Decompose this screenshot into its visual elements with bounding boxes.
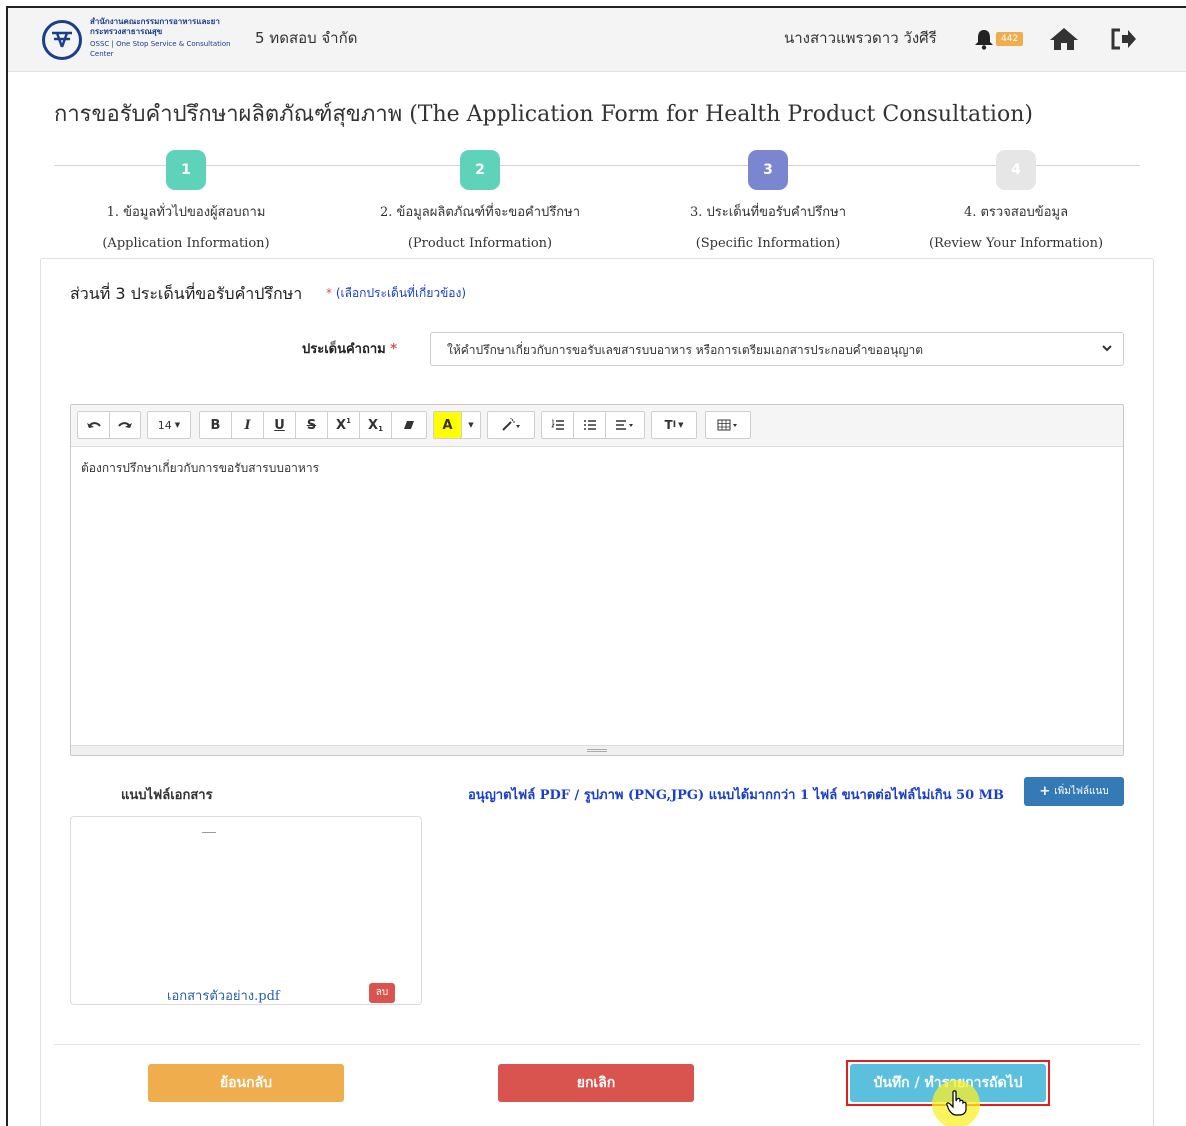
add-file-label: เพิ่มไฟล์แนบ — [1054, 786, 1109, 797]
home-icon[interactable] — [1048, 26, 1080, 56]
underline-icon[interactable]: U — [264, 412, 296, 438]
step-4-sub: (Review Your Information) — [928, 236, 1104, 251]
step-4[interactable]: 4 4. ตรวจสอบข้อมูล (Review Your Informat… — [886, 150, 1146, 251]
section-required-mark: * — [326, 286, 332, 300]
section-hint: * (เลือกประเด็นที่เกี่ยวข้อง) — [326, 284, 466, 303]
color-group: A ▼ — [433, 411, 481, 439]
line-height-dropdown[interactable]: T I ▼ — [651, 411, 697, 439]
format-group: B I U S X1 X1 — [199, 411, 427, 439]
fda-logo-icon[interactable] — [42, 20, 82, 60]
attachment-note: อนุญาตไฟล์ PDF / รูปภาพ (PNG,JPG) แนบได้… — [468, 788, 1005, 803]
user-name[interactable]: นางสาวแพรวดาว วังศีรี — [784, 26, 937, 50]
eraser-icon[interactable] — [392, 412, 426, 438]
logo-line-3: OSSC | One Stop Service & Consultation C… — [90, 40, 231, 58]
question-label-text: ประเด็นคำถาม — [302, 342, 386, 357]
font-size-dropdown[interactable]: 14 ▼ — [147, 411, 191, 439]
add-file-button[interactable]: + เพิ่มไฟล์แนบ — [1024, 777, 1124, 806]
plus-icon: + — [1039, 784, 1051, 799]
delete-file-button[interactable]: ลบ — [369, 983, 395, 1003]
magic-wand-icon — [488, 412, 534, 438]
logout-icon[interactable] — [1110, 27, 1138, 55]
logo-line-2: กระทรวงสาธารณสุข — [90, 27, 163, 36]
step-2-sub: (Product Information) — [407, 236, 553, 251]
superscript-icon[interactable]: X1 — [328, 412, 360, 438]
font-size-label: 14 — [157, 418, 172, 432]
question-label: ประเด็นคำถาม * — [302, 338, 397, 359]
table-dropdown[interactable] — [705, 411, 751, 439]
section-hint-text: (เลือกประเด็นที่เกี่ยวข้อง) — [335, 286, 467, 300]
grip-icon — [587, 749, 607, 752]
company-name: 5 ทดสอบ จำกัด — [255, 29, 358, 47]
step-3-sub: (Specific Information) — [695, 236, 841, 251]
paragraph-group — [541, 411, 645, 439]
notification-badge[interactable]: 442 — [996, 32, 1024, 46]
align-icon[interactable] — [606, 412, 644, 438]
bell-icon[interactable] — [974, 28, 994, 50]
step-4-circle: 4 — [996, 150, 1036, 190]
ordered-list-icon[interactable] — [542, 412, 574, 438]
attachment-label: แนบไฟล์เอกสาร — [121, 788, 213, 803]
section-title: ส่วนที่ 3 ประเด็นที่ขอรับคำปรึกษา — [70, 284, 303, 303]
step-1[interactable]: 1 1. ข้อมูลทั่วไปของผู้สอบถาม (Applicati… — [56, 150, 316, 251]
caret-down-icon: ▼ — [174, 421, 181, 429]
step-2-label: 2. ข้อมูลผลิตภัณฑ์ที่จะขอคำปรึกษา — [379, 205, 581, 220]
strikethrough-icon[interactable]: S — [296, 412, 328, 438]
step-3-label: 3. ประเด็นที่ขอรับคำปรึกษา — [690, 205, 846, 220]
question-selected-value: ให้คำปรึกษาเกี่ยวกับการขอรับเลขสารบบอาหา… — [447, 343, 924, 357]
redo-icon[interactable] — [110, 412, 140, 438]
color-caret-icon[interactable]: ▼ — [462, 412, 480, 438]
chevron-down-icon — [1101, 342, 1113, 357]
text-color-icon[interactable]: A — [434, 412, 462, 438]
history-group — [77, 411, 141, 439]
cancel-button[interactable]: ยกเลิก — [498, 1064, 694, 1102]
page-title: การขอรับคำปรึกษาผลิตภัณฑ์สุขภาพ (The App… — [54, 102, 1033, 127]
undo-icon[interactable] — [78, 412, 110, 438]
file-name-link[interactable]: เอกสารตัวอย่าง.pdf — [167, 985, 280, 1006]
step-2-circle: 2 — [460, 150, 500, 190]
step-1-sub: (Application Information) — [102, 236, 270, 251]
editor-content[interactable]: ต้องการปรึกษาเกี่ยวกับการขอรับสารบบอาหาร — [71, 447, 1123, 745]
subscript-icon[interactable]: X1 — [360, 412, 392, 438]
step-3-circle: 3 — [748, 150, 788, 190]
editor-toolbar: 14 ▼ B I U S X1 X1 A ▼ T I ▼ — [71, 405, 1123, 447]
step-1-label: 1. ข้อมูลทั่วไปของผู้สอบถาม — [106, 205, 266, 220]
question-required-mark: * — [390, 342, 398, 357]
back-button[interactable]: ย้อนกลับ — [148, 1064, 344, 1102]
font-size-value: 14 ▼ — [148, 412, 190, 438]
step-3[interactable]: 3 3. ประเด็นที่ขอรับคำปรึกษา (Specific I… — [638, 150, 898, 251]
question-select[interactable]: ให้คำปรึกษาเกี่ยวกับการขอรับเลขสารบบอาหา… — [430, 332, 1124, 366]
app-frame: สำนักงานคณะกรรมการอาหารและยา กระทรวงสาธา… — [6, 6, 1186, 1126]
unordered-list-icon[interactable] — [574, 412, 606, 438]
editor-resize-handle[interactable] — [71, 745, 1123, 755]
footer-divider — [54, 1044, 1140, 1045]
bold-icon[interactable]: B — [200, 412, 232, 438]
style-dropdown[interactable] — [487, 411, 535, 439]
file-thumbnail[interactable] — [202, 832, 216, 833]
step-1-circle: 1 — [166, 150, 206, 190]
text-height-icon: T I ▼ — [664, 418, 684, 432]
italic-icon[interactable]: I — [232, 412, 264, 438]
rich-text-editor: 14 ▼ B I U S X1 X1 A ▼ T I ▼ ต้องการปรึก… — [70, 404, 1124, 756]
hand-cursor-icon — [946, 1090, 968, 1120]
step-2[interactable]: 2 2. ข้อมูลผลิตภัณฑ์ที่จะขอคำปรึกษา (Pro… — [350, 150, 610, 251]
file-card: เอกสารตัวอย่าง.pdf ลบ — [70, 816, 422, 1005]
step-4-label: 4. ตรวจสอบข้อมูล — [963, 205, 1069, 220]
logo-text: สำนักงานคณะกรรมการอาหารและยา กระทรวงสาธา… — [90, 17, 250, 59]
top-bar: สำนักงานคณะกรรมการอาหารและยา กระทรวงสาธา… — [8, 8, 1186, 72]
table-icon — [706, 412, 750, 438]
logo-line-1: สำนักงานคณะกรรมการอาหารและยา — [90, 17, 220, 26]
